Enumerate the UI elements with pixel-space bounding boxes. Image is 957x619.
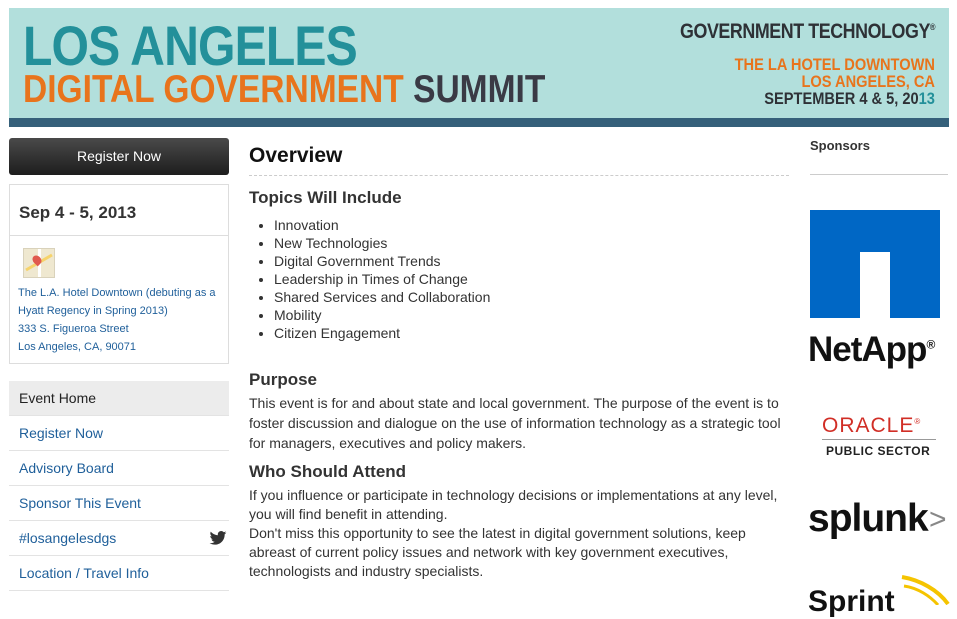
purpose-text: This event is for and about state and lo…: [249, 395, 781, 451]
nav-item-event-home[interactable]: Event Home: [9, 381, 229, 416]
list-item: New Technologies: [274, 234, 789, 252]
splunk-chevron-icon: >: [929, 503, 947, 536]
list-item: Leadership in Times of Change: [274, 270, 789, 288]
splunk-logo-text[interactable]: splunk: [808, 497, 929, 541]
publisher-logo: GOVERNMENT TECHNOLOGY®: [679, 20, 936, 44]
address-venue[interactable]: The L.A. Hotel Downtown (debuting as a H…: [18, 284, 223, 320]
oracle-logo-subtitle[interactable]: PUBLIC SECTOR: [826, 444, 930, 458]
list-item: Shared Services and Collaboration: [274, 288, 789, 306]
nav-item-label: #losangelesdgs: [19, 530, 117, 546]
event-address[interactable]: The L.A. Hotel Downtown (debuting as a H…: [18, 284, 223, 356]
publisher-trademark: ®: [929, 22, 936, 32]
purpose-heading: Purpose: [249, 370, 318, 389]
list-item: Digital Government Trends: [274, 252, 789, 270]
main-content: Overview Topics Will Include Innovation …: [249, 140, 789, 581]
oracle-logo-divider: [822, 439, 936, 440]
nav-item-hashtag[interactable]: #losangelesdgs: [9, 521, 229, 556]
netapp-name: NetApp: [808, 330, 927, 369]
topics-list: Innovation New Technologies Digital Gove…: [249, 216, 789, 342]
banner-dates-main: SEPTEMBER 4 & 5, 20: [764, 89, 919, 108]
oracle-name: ORACLE: [822, 414, 915, 437]
sponsors-heading: Sponsors: [810, 138, 870, 153]
banner-divider: [9, 118, 949, 127]
banner-venue-hotel: THE LA HOTEL DOWNTOWN: [734, 55, 935, 74]
netapp-logo-text[interactable]: NetApp®: [808, 330, 935, 370]
nav-item-label: Event Home: [19, 390, 97, 406]
nav-item-sponsor-this-event[interactable]: Sponsor This Event: [9, 486, 229, 521]
publisher-name: GOVERNMENT TECHNOLOGY: [679, 20, 930, 43]
netapp-logo-icon[interactable]: [810, 210, 940, 318]
oracle-trademark: ®: [914, 417, 922, 426]
topics-heading: Topics Will Include: [249, 188, 402, 207]
netapp-trademark: ®: [926, 337, 935, 352]
sprint-logo-text[interactable]: Sprint: [808, 585, 895, 619]
sidebar-nav: Event Home Register Now Advisory Board S…: [9, 381, 229, 591]
event-date: Sep 4 - 5, 2013: [10, 185, 228, 236]
map-thumbnail[interactable]: [23, 248, 55, 278]
banner-title-summit: DIGITAL GOVERNMENT SUMMIT: [23, 70, 545, 110]
sponsors-divider: [810, 174, 948, 175]
banner-venue: THE LA HOTEL DOWNTOWN LOS ANGELES, CA SE…: [735, 56, 935, 107]
nav-item-label: Advisory Board: [19, 460, 114, 476]
nav-item-register-now[interactable]: Register Now: [9, 416, 229, 451]
who-should-attend-heading: Who Should Attend: [249, 462, 407, 481]
banner-title-summit-word: SUMMIT: [413, 68, 546, 111]
oracle-logo-text[interactable]: ORACLE®: [822, 414, 921, 438]
attend-text: If you influence or participate in techn…: [249, 487, 778, 522]
twitter-bird-icon: [209, 531, 227, 545]
register-now-button[interactable]: Register Now: [9, 138, 229, 175]
event-banner: LOS ANGELES DIGITAL GOVERNMENT SUMMIT GO…: [9, 8, 949, 118]
banner-title-digital-government: DIGITAL GOVERNMENT: [23, 68, 404, 111]
nav-item-label: Location / Travel Info: [19, 565, 149, 581]
nav-item-label: Sponsor This Event: [19, 495, 141, 511]
address-street[interactable]: 333 S. Figueroa Street: [18, 320, 223, 338]
address-city[interactable]: Los Angeles, CA, 90071: [18, 338, 223, 356]
page-title: Overview: [249, 144, 789, 176]
nav-item-advisory-board[interactable]: Advisory Board: [9, 451, 229, 486]
nav-item-label: Register Now: [19, 425, 104, 441]
list-item: Innovation: [274, 216, 789, 234]
list-item: Citizen Engagement: [274, 324, 789, 342]
banner-venue-city: LOS ANGELES, CA: [801, 72, 935, 91]
nav-item-location-travel[interactable]: Location / Travel Info: [9, 556, 229, 591]
sprint-logo-icon: [901, 575, 950, 605]
attend-text-2: Don't miss this opportunity to see the l…: [249, 525, 746, 579]
list-item: Mobility: [274, 306, 789, 324]
event-info-box: Sep 4 - 5, 2013 The L.A. Hotel Downtown …: [9, 184, 229, 364]
banner-dates-year: 13: [918, 89, 935, 108]
banner-title-city: LOS ANGELES: [23, 14, 358, 77]
banner-dates: SEPTEMBER 4 & 5, 2013: [735, 90, 935, 107]
